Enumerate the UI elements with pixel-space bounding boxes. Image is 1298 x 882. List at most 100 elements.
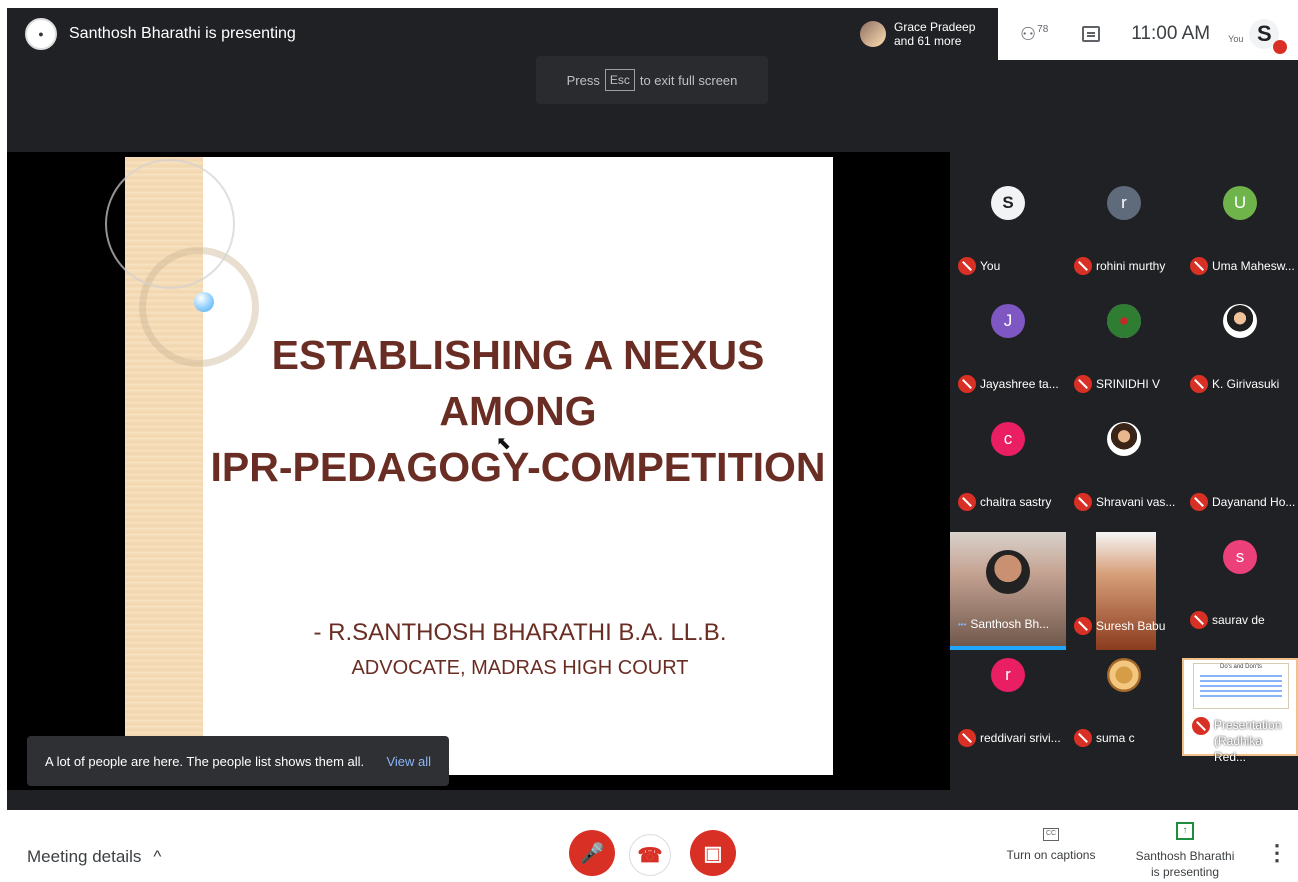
participant-tile[interactable]: Shravani vas... <box>1066 402 1182 520</box>
participant-avatar: r <box>991 658 1025 692</box>
participant-name: Suresh Babu <box>1096 619 1166 633</box>
captions-icon: CC <box>1043 828 1059 841</box>
participant-tile[interactable]: K. Girivasuki <box>1182 284 1298 402</box>
presenter-avatar: ● <box>25 18 57 50</box>
participant-tile[interactable]: r reddivari srivi... <box>950 638 1066 756</box>
you-label: You <box>1228 34 1244 44</box>
presenting-status: Santhosh Bharathi is presenting <box>69 25 296 42</box>
participant-tile[interactable]: suma c <box>1066 638 1182 756</box>
muted-mic-icon <box>1273 40 1288 54</box>
speaking-indicator-icon: ••• <box>958 619 967 629</box>
participant-tile[interactable]: J Jayashree ta... <box>950 284 1066 402</box>
presentation-slide: ESTABLISHING A NEXUS AMONG IPR-PEDAGOGY-… <box>105 157 833 775</box>
participants-button[interactable]: ⚇ 78 <box>1020 24 1048 45</box>
presentation-stage: ESTABLISHING A NEXUS AMONG IPR-PEDAGOGY-… <box>7 152 950 790</box>
participant-name: Presentation (Radhika Red... <box>1214 718 1282 764</box>
self-avatar: S <box>1249 19 1288 54</box>
participant-video-tile[interactable]: Suresh Babu <box>1074 532 1165 650</box>
participant-video-tile[interactable]: ••• Santhosh Bh... <box>950 532 1066 650</box>
participant-grid: S You r rohini murthy U Uma Mahesw... J … <box>950 166 1298 786</box>
participant-avatar <box>1107 304 1141 338</box>
muted-mic-icon <box>1190 611 1208 629</box>
meeting-details-button[interactable]: Meeting details ^ <box>27 847 161 867</box>
participant-avatar: U <box>1223 186 1257 220</box>
participant-name: Uma Mahesw... <box>1212 259 1295 273</box>
presentation-thumbnail-tile[interactable]: Do's and Don'ts Presentation (Radhika Re… <box>1182 658 1298 764</box>
meeting-top-controls: Grace Pradeep and 61 more ⚇ 78 11:00 AM … <box>852 8 1298 60</box>
slide-subtitle: ADVOCATE, MADRAS HIGH COURT <box>351 657 689 679</box>
meet-main-area: ● Santhosh Bharathi is presenting Press … <box>7 8 1298 810</box>
participant-tile[interactable]: U Uma Mahesw... <box>1182 166 1298 284</box>
participant-avatar <box>1107 658 1141 692</box>
participant-tile[interactable]: c chaitra sastry <box>950 402 1066 520</box>
participant-name: SRINIDHI V <box>1096 377 1161 391</box>
participant-name: rohini murthy <box>1096 259 1166 273</box>
muted-mic-icon <box>1074 617 1092 635</box>
participant-face <box>986 550 1030 594</box>
muted-mic-icon <box>958 375 976 393</box>
esc-key-label: Esc <box>604 69 635 91</box>
muted-mic-icon <box>1190 257 1208 275</box>
presentation-header: ● Santhosh Bharathi is presenting <box>25 18 296 50</box>
leave-call-button[interactable]: ☎ <box>629 834 671 876</box>
participant-avatar <box>1107 422 1141 456</box>
participant-tile[interactable]: Dayanand Ho... <box>1182 402 1298 520</box>
participant-avatar: c <box>991 422 1025 456</box>
participant-tile[interactable]: s saurav de <box>1182 520 1298 638</box>
participants-count: 78 <box>1037 23 1049 35</box>
mic-off-icon: 🎤 <box>579 842 605 865</box>
muted-mic-icon <box>1190 375 1208 393</box>
participant-name: Jayashree ta... <box>980 377 1059 391</box>
presenting-button[interactable]: ↑ Santhosh Bharathi is presenting <box>1130 822 1240 880</box>
participant-name: You <box>980 259 1001 273</box>
decorative-ring-outline <box>105 159 235 289</box>
grace-avatar <box>860 21 886 47</box>
participant-name: Dayanand Ho... <box>1212 495 1296 509</box>
presentation-thumbnail: Do's and Don'ts <box>1193 663 1289 709</box>
participant-name: saurav de <box>1212 613 1265 627</box>
other-participants-summary[interactable]: Grace Pradeep and 61 more <box>852 8 998 60</box>
muted-mic-icon <box>1074 493 1092 511</box>
muted-mic-icon <box>1190 493 1208 511</box>
meeting-time: 11:00 AM <box>1131 23 1211 44</box>
participant-tile[interactable]: SRINIDHI V <box>1066 284 1182 402</box>
muted-mic-icon <box>1074 257 1092 275</box>
participant-avatar: J <box>991 304 1025 338</box>
chat-icon[interactable] <box>1082 26 1101 42</box>
participant-name: reddivari srivi... <box>980 731 1061 745</box>
captions-button[interactable]: CC Turn on captions <box>1006 828 1096 862</box>
muted-mic-icon <box>1074 729 1092 747</box>
present-screen-icon: ↑ <box>1176 822 1194 840</box>
participant-avatar: S <box>991 186 1025 220</box>
participants-icon: ⚇ <box>1020 23 1037 44</box>
decorative-bubble <box>194 292 214 312</box>
chevron-up-icon: ^ <box>153 847 162 866</box>
participant-avatar: r <box>1107 186 1141 220</box>
camera-off-icon: ▣ <box>703 842 723 865</box>
muted-mic-icon <box>1192 717 1210 735</box>
thumbnail-text-lines <box>1200 675 1282 677</box>
participant-name: chaitra sastry <box>980 495 1052 509</box>
participant-name: Shravani vas... <box>1096 495 1176 509</box>
hang-up-icon: ☎ <box>637 844 663 867</box>
participant-tile[interactable]: r rohini murthy <box>1066 166 1182 284</box>
slide-title: ESTABLISHING A NEXUS AMONG IPR-PEDAGOGY-… <box>210 332 826 490</box>
muted-mic-icon <box>958 257 976 275</box>
muted-mic-icon <box>958 493 976 511</box>
muted-mic-icon <box>1074 375 1092 393</box>
participant-avatar <box>1223 304 1257 338</box>
camera-button[interactable]: ▣ <box>690 830 736 876</box>
view-all-button[interactable]: View all <box>386 754 431 769</box>
toast-message: A lot of people are here. The people lis… <box>45 753 365 769</box>
bottom-toolbar: Meeting details ^ 🎤 ☎ ▣ CC Turn on capti… <box>0 810 1298 882</box>
slide-author: - R.SANTHOSH BHARATHI B.A. LL.B. <box>313 619 727 646</box>
people-list-toast: A lot of people are here. The people lis… <box>27 736 449 786</box>
mouse-cursor-icon: ⬉ <box>496 433 512 453</box>
microphone-button[interactable]: 🎤 <box>569 830 615 876</box>
more-options-icon[interactable]: ⋮ <box>1266 840 1288 866</box>
muted-mic-icon <box>958 729 976 747</box>
participant-avatar: s <box>1223 540 1257 574</box>
participant-tile[interactable]: S You <box>950 166 1066 284</box>
participant-name: Santhosh Bh... <box>970 617 1050 631</box>
participant-name: suma c <box>1096 731 1135 745</box>
